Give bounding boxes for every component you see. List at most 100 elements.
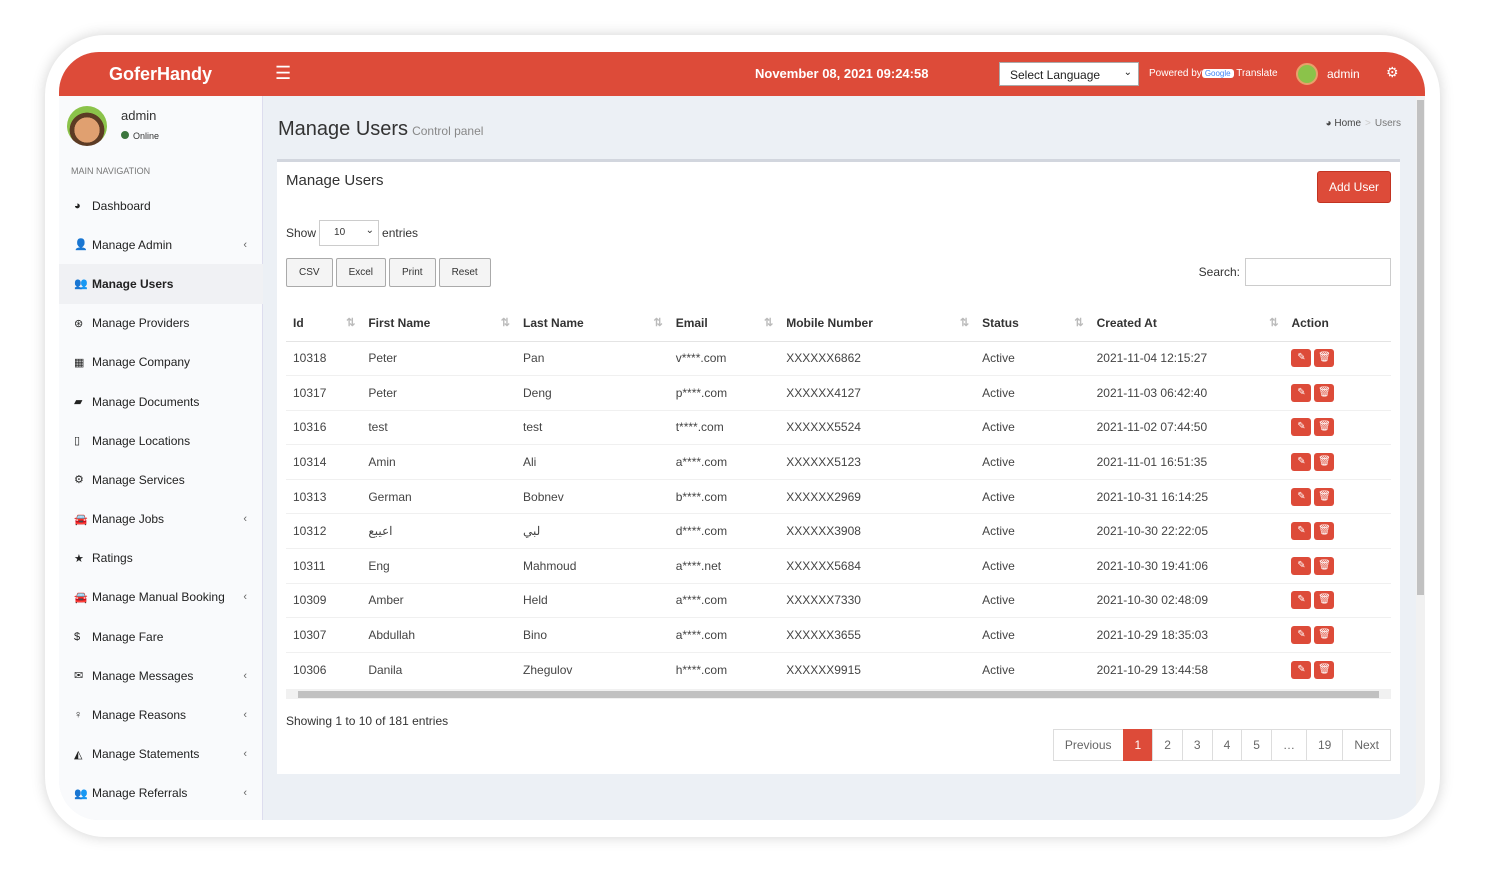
table-row: 10311 Eng Mahmoud a****.net XXXXXX5684 Active… bbox=[286, 548, 1391, 584]
page-3[interactable]: 3 bbox=[1181, 729, 1213, 761]
page-2[interactable]: 2 bbox=[1152, 729, 1183, 761]
cell-created-at: 2021-10-30 02:48:09 bbox=[1089, 582, 1285, 618]
user-avatar[interactable] bbox=[1296, 63, 1318, 85]
csv-button[interactable]: CSV bbox=[286, 258, 333, 287]
sidebar-item-label: Manage Documents bbox=[92, 394, 200, 409]
page-subtitle: Control panel bbox=[412, 124, 484, 138]
edit-icon[interactable]: ✎ bbox=[1291, 453, 1312, 472]
edit-icon[interactable]: ✎ bbox=[1291, 383, 1312, 402]
edit-icon[interactable]: ✎ bbox=[1291, 591, 1312, 610]
sidebar-item-manage-referrals[interactable]: 👥 Manage Referrals ‹ bbox=[59, 774, 263, 813]
vertical-scrollbar[interactable] bbox=[1416, 96, 1425, 820]
google-logo: Google bbox=[1201, 69, 1234, 78]
column-header[interactable]: Status ⇅ bbox=[975, 305, 1090, 342]
menu-toggle-icon[interactable]: ☰ bbox=[275, 63, 291, 84]
column-header[interactable]: Email ⇅ bbox=[668, 305, 780, 342]
edit-icon[interactable]: ✎ bbox=[1291, 660, 1312, 679]
page-previous[interactable]: Previous bbox=[1052, 729, 1124, 761]
horizontal-scrollbar[interactable] bbox=[286, 689, 1391, 699]
page-1[interactable]: 1 bbox=[1122, 729, 1154, 761]
scrollbar-thumb[interactable] bbox=[298, 691, 1379, 698]
cell-last-name: Bino bbox=[516, 617, 669, 653]
page-5[interactable]: 5 bbox=[1241, 729, 1272, 761]
sidebar-item-manage-users[interactable]: 👥 Manage Users bbox=[59, 264, 263, 304]
table-row: 10318 Peter Pan v****.com XXXXXX6862 Active 20… bbox=[286, 340, 1391, 376]
user-menu[interactable]: admin bbox=[1327, 67, 1360, 81]
sidebar-item-manage-reasons[interactable]: ♀ Manage Reasons ‹ bbox=[59, 695, 263, 734]
breadcrumb: ◕ Home > Users bbox=[1326, 118, 1401, 129]
page-4[interactable]: 4 bbox=[1211, 729, 1243, 761]
sort-icon: ⇅ bbox=[959, 316, 970, 329]
scrollbar-thumb[interactable] bbox=[1417, 100, 1424, 595]
sidebar-item-manage-fare[interactable]: $ Manage Fare bbox=[59, 617, 263, 656]
sort-icon: ⇅ bbox=[763, 316, 774, 329]
trash-icon[interactable]: 🗑 bbox=[1314, 556, 1335, 575]
cell-first-name: test bbox=[361, 409, 517, 445]
entries-select[interactable]: 10 ⌄ bbox=[319, 220, 380, 246]
excel-button[interactable]: Excel bbox=[335, 258, 387, 287]
trash-icon[interactable]: 🗑 bbox=[1314, 660, 1335, 679]
cell-created-at: 2021-10-29 18:35:03 bbox=[1089, 617, 1285, 653]
sidebar-item-manage-company[interactable]: ▦ Manage Company bbox=[59, 343, 263, 382]
column-header[interactable]: Id ⇅ bbox=[286, 305, 362, 342]
sidebar-item-ratings[interactable]: ★ Ratings bbox=[59, 539, 263, 578]
sidebar-item-manage-documents[interactable]: ▰ Manage Documents bbox=[59, 382, 263, 421]
cell-status: Active bbox=[975, 582, 1090, 618]
cell-first-name: German bbox=[361, 478, 517, 514]
cell-created-at: 2021-10-31 16:14:25 bbox=[1089, 478, 1285, 514]
entries-label: entries bbox=[382, 226, 419, 240]
trash-icon[interactable]: 🗑 bbox=[1314, 487, 1335, 506]
edit-icon[interactable]: ✎ bbox=[1291, 522, 1312, 541]
breadcrumb-home[interactable]: Home bbox=[1334, 118, 1361, 129]
trash-icon[interactable]: 🗑 bbox=[1314, 591, 1335, 610]
edit-icon[interactable]: ✎ bbox=[1291, 626, 1312, 645]
cell-action: ✎ 🗑 bbox=[1284, 478, 1391, 514]
sidebar-item-dashboard[interactable]: ◕ Dashboard bbox=[59, 186, 263, 225]
add-user-button[interactable]: Add User bbox=[1316, 171, 1391, 203]
cell-status: Active bbox=[975, 513, 1090, 549]
column-header[interactable]: Last Name ⇅ bbox=[516, 305, 669, 342]
cell-last-name: Ali bbox=[516, 444, 669, 480]
column-header-label: Id bbox=[293, 315, 304, 330]
google-translate-credit: Powered by Google Translate bbox=[1149, 68, 1278, 79]
sidebar-item-manage-services[interactable]: ⚙ Manage Services bbox=[59, 460, 263, 499]
trash-icon[interactable]: 🗑 bbox=[1314, 522, 1335, 541]
trash-icon[interactable]: 🗑 bbox=[1314, 349, 1335, 368]
sidebar-item-manage-statements[interactable]: ◭ Manage Statements ‹ bbox=[59, 735, 263, 774]
brand-logo[interactable]: GoferHandy bbox=[109, 64, 212, 85]
trash-icon[interactable]: 🗑 bbox=[1314, 453, 1335, 472]
page-next[interactable]: Next bbox=[1342, 729, 1391, 761]
sort-icon: ⇅ bbox=[653, 316, 663, 329]
trash-icon[interactable]: 🗑 bbox=[1314, 383, 1335, 402]
sidebar-item-manage-jobs[interactable]: 🚘 Manage Jobs ‹ bbox=[59, 500, 263, 539]
column-header[interactable]: Created At ⇅ bbox=[1089, 305, 1285, 342]
edit-icon[interactable]: ✎ bbox=[1291, 487, 1312, 506]
print-button[interactable]: Print bbox=[389, 258, 436, 287]
translate-link[interactable]: Translate bbox=[1236, 68, 1277, 79]
column-header[interactable]: Mobile Number ⇅ bbox=[779, 305, 976, 342]
cell-action: ✎ 🗑 bbox=[1284, 375, 1391, 411]
sidebar-item-manage-messages[interactable]: ✉ Manage Messages ‹ bbox=[59, 656, 263, 695]
settings-icon[interactable]: ⚙ bbox=[1386, 64, 1399, 81]
sidebar-item-manage-locations[interactable]: ▯ Manage Locations bbox=[59, 421, 263, 460]
edit-icon[interactable]: ✎ bbox=[1291, 556, 1312, 575]
trash-icon[interactable]: 🗑 bbox=[1314, 418, 1335, 437]
sidebar-item-label: Manage Services bbox=[92, 472, 185, 487]
edit-icon[interactable]: ✎ bbox=[1291, 418, 1312, 437]
cell-email: d****.com bbox=[668, 513, 780, 549]
reset-button[interactable]: Reset bbox=[438, 258, 491, 287]
language-select-value: Select Language bbox=[1010, 68, 1101, 82]
column-header-label: Created At bbox=[1096, 315, 1157, 330]
language-select[interactable]: Select Language ⌄ bbox=[999, 62, 1139, 86]
dashboard-icon: ◕ bbox=[74, 199, 81, 212]
column-header[interactable]: First Name ⇅ bbox=[361, 305, 517, 342]
search-input[interactable] bbox=[1245, 258, 1391, 286]
user-plus-icon: 👤 bbox=[74, 239, 88, 252]
sidebar-item-manage-admin[interactable]: 👤 Manage Admin ‹ bbox=[59, 225, 263, 264]
sidebar-item-manage-providers[interactable]: ⊛ Manage Providers bbox=[59, 304, 263, 343]
sidebar-item-manage-manual-booking[interactable]: 🚘 Manage Manual Booking ‹ bbox=[59, 578, 263, 617]
trash-icon[interactable]: 🗑 bbox=[1314, 626, 1335, 645]
cell-id: 10311 bbox=[286, 548, 362, 584]
edit-icon[interactable]: ✎ bbox=[1291, 349, 1312, 368]
page-19[interactable]: 19 bbox=[1305, 729, 1344, 761]
